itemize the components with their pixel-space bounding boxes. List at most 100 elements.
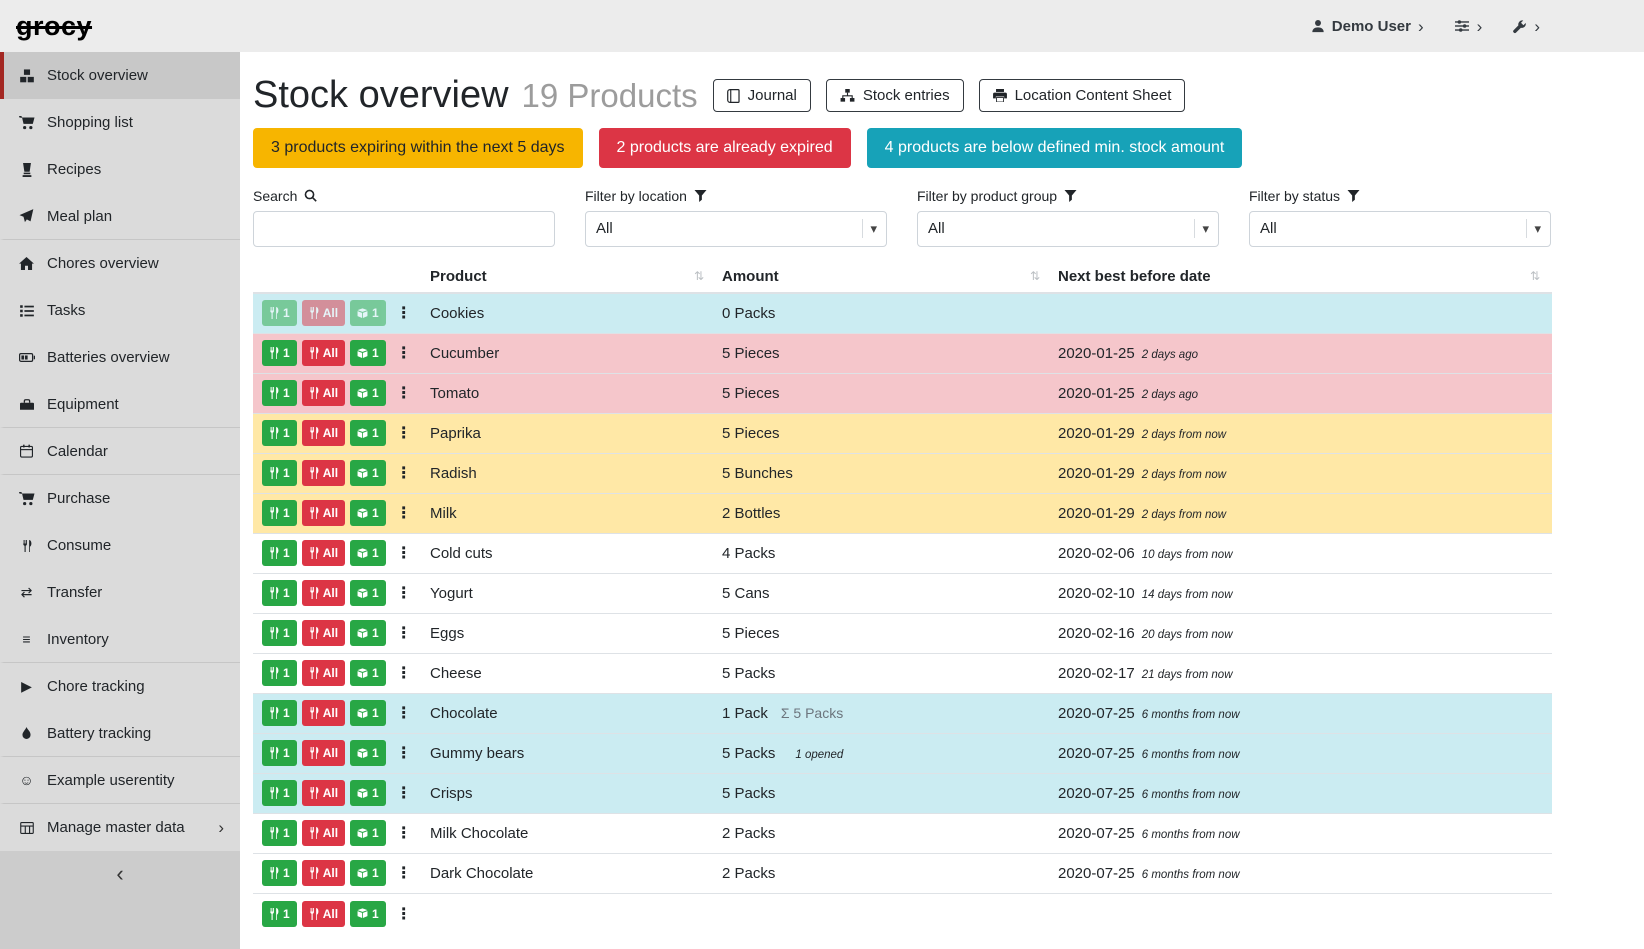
amount-column-header[interactable]: Amount ⇅: [722, 268, 1058, 285]
row-menu-button[interactable]: ⋮: [391, 460, 417, 486]
open-one-button[interactable]: 1: [350, 380, 386, 406]
consume-one-button[interactable]: 1: [262, 860, 297, 886]
row-menu-button[interactable]: ⋮: [391, 300, 417, 326]
sidebar-item-battery-tracking[interactable]: Battery tracking: [0, 710, 240, 757]
row-menu-button[interactable]: ⋮: [391, 660, 417, 686]
sidebar-collapse-button[interactable]: ‹: [116, 863, 123, 885]
row-menu-button[interactable]: ⋮: [391, 380, 417, 406]
consume-all-button[interactable]: All: [302, 740, 345, 766]
bbd-column-header[interactable]: Next best before date ⇅: [1058, 268, 1552, 285]
open-one-button[interactable]: 1: [350, 420, 386, 446]
open-one-button[interactable]: 1: [350, 780, 386, 806]
box-icon: [16, 69, 37, 83]
consume-one-button[interactable]: 1: [262, 540, 297, 566]
sidebar-item-stock-overview[interactable]: Stock overview: [0, 52, 240, 99]
sidebar-item-meal-plan[interactable]: Meal plan: [0, 193, 240, 240]
stock-entries-button[interactable]: Stock entries: [826, 79, 964, 112]
search-input[interactable]: [253, 211, 555, 247]
journal-button[interactable]: Journal: [713, 79, 811, 112]
consume-all-button[interactable]: All: [302, 380, 345, 406]
consume-one-button[interactable]: 1: [262, 780, 297, 806]
open-one-button[interactable]: 1: [350, 860, 386, 886]
sidebar-item-recipes[interactable]: Recipes: [0, 146, 240, 193]
open-one-button[interactable]: 1: [350, 580, 386, 606]
consume-all-button[interactable]: All: [302, 820, 345, 846]
admin-menu[interactable]: ›: [1512, 18, 1540, 35]
row-menu-button[interactable]: ⋮: [391, 740, 417, 766]
sidebar-item-inventory[interactable]: ≡ Inventory: [0, 616, 240, 663]
sidebar-item-purchase[interactable]: Purchase: [0, 475, 240, 522]
consume-one-button[interactable]: 1: [262, 740, 297, 766]
row-menu-button[interactable]: ⋮: [391, 340, 417, 366]
consume-one-button[interactable]: 1: [262, 580, 297, 606]
consume-all-button[interactable]: All: [302, 700, 345, 726]
sidebar-item-manage-master-data[interactable]: Manage master data ›: [0, 804, 240, 851]
consume-all-button[interactable]: All: [302, 420, 345, 446]
location-content-sheet-button[interactable]: Location Content Sheet: [979, 79, 1186, 112]
open-one-button[interactable]: 1: [350, 901, 386, 927]
row-menu-button[interactable]: ⋮: [391, 820, 417, 846]
consume-one-button[interactable]: 1: [262, 700, 297, 726]
status-filter-select[interactable]: All ▾: [1249, 211, 1551, 247]
row-menu-button[interactable]: ⋮: [391, 700, 417, 726]
consume-all-button[interactable]: All: [302, 340, 345, 366]
open-one-button[interactable]: 1: [350, 500, 386, 526]
open-one-button[interactable]: 1: [350, 660, 386, 686]
row-menu-button[interactable]: ⋮: [391, 780, 417, 806]
row-menu-button[interactable]: ⋮: [391, 620, 417, 646]
user-menu[interactable]: Demo User ›: [1311, 18, 1424, 35]
consume-one-button[interactable]: 1: [262, 300, 297, 326]
consume-one-button[interactable]: 1: [262, 420, 297, 446]
consume-one-button[interactable]: 1: [262, 340, 297, 366]
open-one-button[interactable]: 1: [350, 300, 386, 326]
sidebar-item-batteries-overview[interactable]: Batteries overview: [0, 334, 240, 381]
consume-one-button[interactable]: 1: [262, 620, 297, 646]
consume-one-button[interactable]: 1: [262, 901, 297, 927]
row-menu-button[interactable]: ⋮: [391, 420, 417, 446]
product-column-header[interactable]: Product ⇅: [430, 268, 722, 285]
row-menu-button[interactable]: ⋮: [391, 860, 417, 886]
sidebar-item-shopping-list[interactable]: Shopping list: [0, 99, 240, 146]
consume-all-button[interactable]: All: [302, 780, 345, 806]
open-one-button[interactable]: 1: [350, 340, 386, 366]
row-menu-button[interactable]: ⋮: [391, 580, 417, 606]
consume-all-button[interactable]: All: [302, 300, 345, 326]
row-menu-button[interactable]: ⋮: [391, 901, 417, 927]
location-filter-select[interactable]: All ▾: [585, 211, 887, 247]
expiring-products-banner[interactable]: 3 products expiring within the next 5 da…: [253, 128, 583, 168]
consume-one-button[interactable]: 1: [262, 500, 297, 526]
consume-one-button[interactable]: 1: [262, 380, 297, 406]
consume-all-button[interactable]: All: [302, 500, 345, 526]
open-one-button[interactable]: 1: [350, 820, 386, 846]
consume-all-button[interactable]: All: [302, 901, 345, 927]
row-menu-button[interactable]: ⋮: [391, 500, 417, 526]
consume-one-button[interactable]: 1: [262, 460, 297, 486]
sidebar-item-example-userentity[interactable]: ☺ Example userentity: [0, 757, 240, 804]
open-one-button[interactable]: 1: [350, 620, 386, 646]
settings-menu[interactable]: ›: [1454, 18, 1483, 35]
consume-all-button[interactable]: All: [302, 860, 345, 886]
open-one-button[interactable]: 1: [350, 700, 386, 726]
sidebar-item-chore-tracking[interactable]: ▶ Chore tracking: [0, 663, 240, 710]
consume-one-button[interactable]: 1: [262, 660, 297, 686]
app-logo[interactable]: grocy: [16, 11, 92, 42]
consume-all-button[interactable]: All: [302, 460, 345, 486]
sidebar-item-chores-overview[interactable]: Chores overview: [0, 240, 240, 287]
sidebar-item-tasks[interactable]: Tasks: [0, 287, 240, 334]
sidebar-item-consume[interactable]: Consume: [0, 522, 240, 569]
sidebar-item-equipment[interactable]: Equipment: [0, 381, 240, 428]
open-one-button[interactable]: 1: [350, 740, 386, 766]
product-group-filter-select[interactable]: All ▾: [917, 211, 1219, 247]
consume-one-button[interactable]: 1: [262, 820, 297, 846]
consume-all-button[interactable]: All: [302, 540, 345, 566]
below-min-stock-banner[interactable]: 4 products are below defined min. stock …: [867, 128, 1243, 168]
consume-all-button[interactable]: All: [302, 620, 345, 646]
row-menu-button[interactable]: ⋮: [391, 540, 417, 566]
consume-all-button[interactable]: All: [302, 580, 345, 606]
open-one-button[interactable]: 1: [350, 460, 386, 486]
expired-products-banner[interactable]: 2 products are already expired: [599, 128, 851, 168]
sidebar-item-transfer[interactable]: ⇄ Transfer: [0, 569, 240, 616]
open-one-button[interactable]: 1: [350, 540, 386, 566]
consume-all-button[interactable]: All: [302, 660, 345, 686]
sidebar-item-calendar[interactable]: Calendar: [0, 428, 240, 475]
